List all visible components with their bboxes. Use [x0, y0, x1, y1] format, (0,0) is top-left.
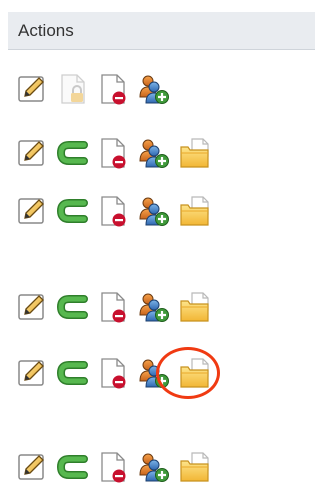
pencil-edit-icon[interactable]: [16, 356, 50, 390]
green-redo-arrow-icon[interactable]: [56, 136, 90, 170]
users-add-icon[interactable]: [136, 136, 170, 170]
pencil-edit-icon[interactable]: [16, 290, 50, 324]
green-redo-arrow-icon[interactable]: [56, 356, 90, 390]
green-redo-arrow-icon[interactable]: [56, 290, 90, 324]
pencil-edit-icon[interactable]: [16, 136, 50, 170]
users-add-icon[interactable]: [136, 194, 170, 228]
folder-page-icon[interactable]: [178, 194, 212, 228]
green-redo-arrow-icon[interactable]: [56, 194, 90, 228]
page-delete-icon[interactable]: [96, 194, 130, 228]
page-delete-icon[interactable]: [96, 72, 130, 106]
page-delete-icon[interactable]: [96, 290, 130, 324]
page-delete-icon[interactable]: [96, 136, 130, 170]
actions-column-header: Actions: [8, 12, 315, 50]
page-delete-icon[interactable]: [96, 356, 130, 390]
page-locked-icon: [56, 72, 90, 106]
folder-page-icon[interactable]: [178, 136, 212, 170]
users-add-icon[interactable]: [136, 72, 170, 106]
users-add-icon[interactable]: [136, 290, 170, 324]
actions-header-label: Actions: [18, 20, 74, 40]
highlight-circle: [156, 347, 220, 399]
pencil-edit-icon[interactable]: [16, 72, 50, 106]
folder-page-icon[interactable]: [178, 290, 212, 324]
pencil-edit-icon[interactable]: [16, 194, 50, 228]
